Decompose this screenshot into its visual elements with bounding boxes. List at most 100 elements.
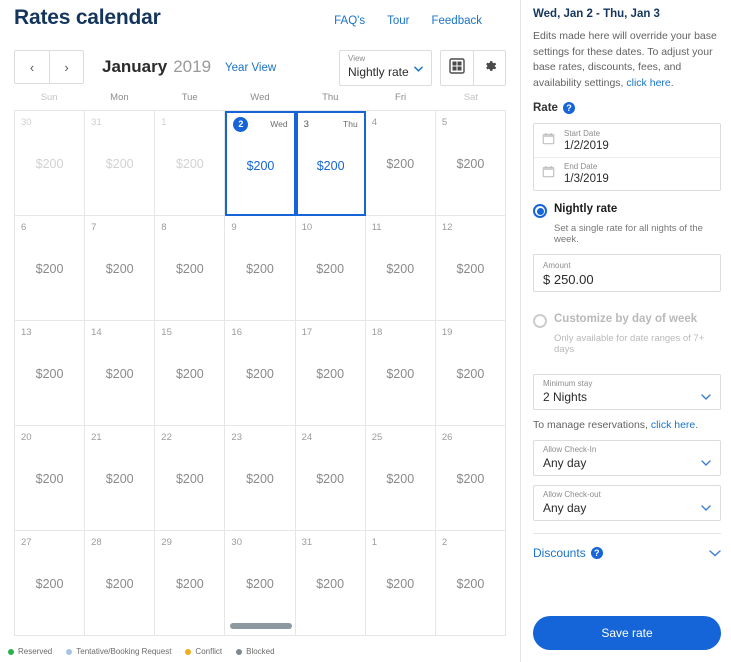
- customize-radio[interactable]: [533, 314, 547, 328]
- calendar-day-header: 14: [85, 321, 154, 339]
- calendar-day-cell[interactable]: 19 $200: [435, 321, 506, 426]
- calendar-day-cell[interactable]: 30 $200: [225, 531, 296, 636]
- calendar-day-cell[interactable]: 30 $200: [15, 111, 86, 216]
- calendar-day-cell[interactable]: 2 $200: [435, 531, 506, 636]
- calendar-day-cell[interactable]: 16 $200: [225, 321, 296, 426]
- calendar-day-cell[interactable]: 31 $200: [85, 111, 156, 216]
- calendar-day-price: $200: [456, 367, 485, 381]
- allow-checkout-value: Any day: [543, 501, 587, 515]
- calendar-day-price: $200: [386, 367, 415, 381]
- save-rate-button[interactable]: Save rate: [533, 616, 721, 650]
- horizontal-scrollbar[interactable]: [229, 623, 292, 629]
- calendar-day-header: 31: [296, 531, 365, 549]
- manage-reservations-link[interactable]: click here: [651, 419, 695, 431]
- minimum-stay-select[interactable]: Minimum stay 2 Nights: [533, 374, 721, 410]
- panel-description: Edits made here will override your base …: [533, 29, 721, 91]
- legend-label: Tentative/Booking Request: [76, 647, 172, 656]
- nightly-rate-label: Nightly rate: [554, 203, 618, 215]
- calendar-day-header: 15: [155, 321, 224, 339]
- dow-sat: Sat: [463, 92, 478, 103]
- calendar-day-cell[interactable]: 5 $200: [435, 111, 506, 216]
- calendar-day-cell[interactable]: 15 $200: [155, 321, 226, 426]
- dow-sun: Sun: [40, 92, 58, 103]
- calendar-day-header: 31: [85, 111, 154, 129]
- calendar-day-cell[interactable]: 21 $200: [85, 426, 156, 531]
- calendar-day-price: $200: [456, 157, 485, 171]
- end-date-label: End Date: [564, 162, 598, 171]
- calendar-day-number: 13: [21, 326, 32, 338]
- calendar-day-cell[interactable]: 2 Wed $200: [225, 111, 296, 216]
- calendar-day-cell[interactable]: 14 $200: [85, 321, 156, 426]
- calendar-day-cell[interactable]: 4 $200: [365, 111, 436, 216]
- calendar-day-number: 20: [21, 431, 32, 443]
- calendar-day-cell[interactable]: 11 $200: [365, 216, 436, 321]
- calendar-day-cell[interactable]: 22 $200: [155, 426, 226, 531]
- calendar-day-cell[interactable]: 23 $200: [225, 426, 296, 531]
- calendar-day-cell[interactable]: 28 $200: [85, 531, 156, 636]
- amount-label: Amount: [543, 261, 571, 270]
- calendar-day-cell[interactable]: 20 $200: [15, 426, 86, 531]
- calendar-day-cell[interactable]: 17 $200: [295, 321, 366, 426]
- calendar-day-cell[interactable]: 27 $200: [15, 531, 86, 636]
- calendar-day-cell[interactable]: 18 $200: [365, 321, 436, 426]
- amount-value: $ 250.00: [543, 272, 594, 287]
- prev-month-button[interactable]: ‹: [15, 51, 49, 83]
- calendar-day-cell[interactable]: 24 $200: [295, 426, 366, 531]
- amount-field[interactable]: Amount $ 250.00: [533, 254, 721, 292]
- customize-option[interactable]: Customize by day of week: [533, 313, 721, 328]
- rate-help-icon[interactable]: ?: [562, 102, 575, 114]
- calendar-day-cell[interactable]: 3 Thu $200: [295, 111, 366, 216]
- end-date-field[interactable]: End Date 1/3/2019: [534, 157, 720, 190]
- calendar-day-cell[interactable]: 6 $200: [15, 216, 86, 321]
- allow-checkin-select[interactable]: Allow Check-In Any day: [533, 440, 721, 476]
- date-range-box: Start Date 1/2/2019 End Date 1/3/2019: [533, 123, 721, 191]
- manage-note-suffix: .: [695, 419, 699, 431]
- calendar-day-cell[interactable]: 1 $200: [365, 531, 436, 636]
- calendar-day-cell[interactable]: 12 $200: [435, 216, 506, 321]
- calendar-day-price: $200: [175, 262, 204, 276]
- calendar-day-cell[interactable]: 9 $200: [225, 216, 296, 321]
- grid-view-button[interactable]: [441, 51, 473, 85]
- manage-reservations-note: To manage reservations, click here.: [533, 419, 721, 431]
- calendar-day-number: 12: [441, 221, 453, 233]
- nightly-rate-radio[interactable]: [533, 204, 547, 218]
- calendar-day-price: $200: [386, 262, 415, 276]
- tour-link[interactable]: Tour: [387, 15, 409, 27]
- calendar-day-price: $200: [35, 577, 64, 591]
- calendar-day-cell[interactable]: 10 $200: [295, 216, 366, 321]
- calendar-day-price: $200: [35, 262, 64, 276]
- calendar-day-number: 26: [441, 431, 453, 443]
- allow-checkout-label: Allow Check-out: [543, 490, 601, 499]
- chevron-down-icon: [414, 59, 423, 77]
- base-settings-link[interactable]: click here: [626, 77, 670, 89]
- calendar-day-cell[interactable]: 1 $200: [155, 111, 226, 216]
- manage-note-text: To manage reservations,: [533, 419, 651, 431]
- calendar-day-header: 5: [436, 111, 505, 129]
- discounts-section-toggle[interactable]: Discounts ?: [533, 544, 721, 562]
- discounts-help-icon[interactable]: ?: [590, 547, 603, 559]
- allow-checkout-select[interactable]: Allow Check-out Any day: [533, 485, 721, 521]
- calendar-day-number: 21: [91, 431, 102, 443]
- calendar-day-cell[interactable]: 26 $200: [435, 426, 506, 531]
- next-month-button[interactable]: ›: [49, 51, 83, 83]
- start-date-field[interactable]: Start Date 1/2/2019: [534, 124, 720, 157]
- calendar-day-cell[interactable]: 29 $200: [155, 531, 226, 636]
- calendar-day-header: 18: [366, 321, 435, 339]
- nightly-rate-option[interactable]: Nightly rate: [533, 203, 721, 218]
- calendar-day-header: 24: [296, 426, 365, 444]
- calendar-day-cell[interactable]: 7 $200: [85, 216, 156, 321]
- calendar-day-header: 19: [436, 321, 505, 339]
- calendar-day-cell[interactable]: 31 $200: [295, 531, 366, 636]
- allow-checkin-value: Any day: [543, 456, 587, 470]
- calendar-day-cell[interactable]: 13 $200: [15, 321, 86, 426]
- year-view-link[interactable]: Year View: [225, 62, 276, 74]
- calendar-day-cell[interactable]: 25 $200: [365, 426, 436, 531]
- feedback-link[interactable]: Feedback: [431, 15, 482, 27]
- calendar-day-cell[interactable]: 8 $200: [155, 216, 226, 321]
- calendar-day-number: 22: [161, 431, 172, 443]
- faqs-link[interactable]: FAQ's: [334, 15, 365, 27]
- settings-button[interactable]: [473, 51, 505, 85]
- view-select[interactable]: View Nightly rate: [339, 50, 432, 86]
- allow-checkin-label: Allow Check-In: [543, 445, 597, 454]
- calendar-day-price: $200: [246, 159, 275, 173]
